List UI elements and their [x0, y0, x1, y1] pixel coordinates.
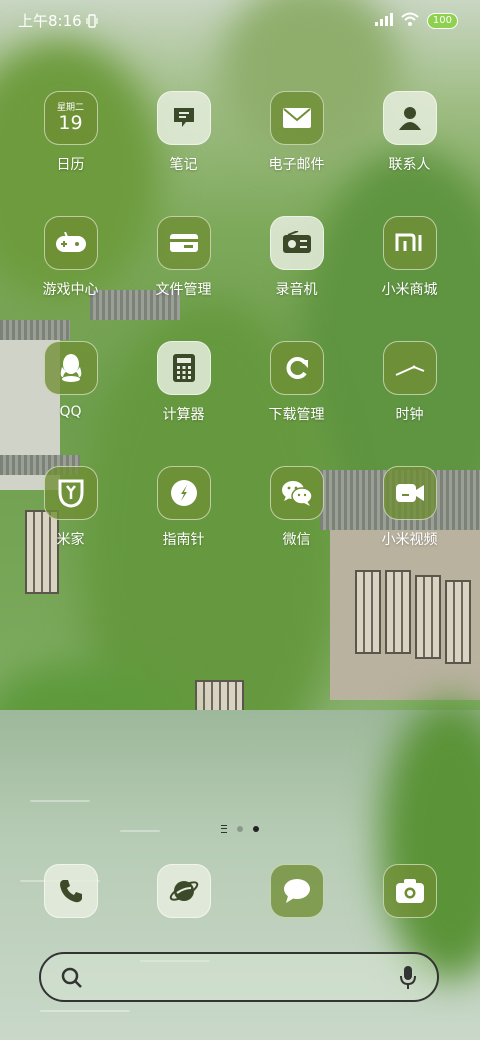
gamepad-icon[interactable]	[43, 216, 98, 270]
calendar-day: 19	[58, 112, 83, 134]
app-label: 小米视频	[381, 532, 438, 548]
page-indicator-menu-icon	[221, 825, 227, 833]
mi-store-icon[interactable]	[382, 216, 437, 270]
app-label: 电子邮件	[268, 157, 325, 173]
app-email[interactable]: 电子邮件	[240, 91, 353, 174]
status-time: 上午8:16	[18, 12, 82, 30]
page-indicator[interactable]	[0, 825, 480, 833]
status-bar: 上午8:16 100	[0, 0, 480, 38]
camera-icon[interactable]	[382, 864, 437, 918]
app-label: 联系人	[388, 157, 431, 173]
browser-icon[interactable]	[156, 864, 211, 918]
app-label: 计算器	[162, 407, 205, 423]
app-label: QQ	[59, 404, 82, 420]
app-clock[interactable]: 时钟	[353, 341, 466, 424]
phone-icon[interactable]	[43, 864, 98, 918]
microphone-icon[interactable]	[399, 965, 417, 995]
page-dot-current	[253, 826, 259, 832]
clock-icon[interactable]	[382, 341, 437, 395]
app-label: 小米商城	[381, 282, 438, 298]
compass-icon[interactable]	[156, 466, 211, 520]
app-notes[interactable]: 笔记	[127, 91, 240, 174]
app-mijia[interactable]: 米家	[14, 466, 127, 549]
app-label: 指南针	[162, 532, 205, 548]
mail-icon[interactable]	[269, 91, 324, 145]
page-dot	[237, 826, 243, 832]
app-wechat[interactable]: 微信	[240, 466, 353, 549]
wifi-icon	[401, 11, 419, 30]
download-icon[interactable]	[269, 341, 324, 395]
signal-icon	[374, 11, 393, 30]
dock-messages[interactable]	[240, 864, 353, 918]
app-mi-video[interactable]: 小米视频	[353, 466, 466, 549]
qq-icon[interactable]	[43, 341, 98, 395]
dock-browser[interactable]	[127, 864, 240, 918]
app-file-manager[interactable]: 文件管理	[127, 216, 240, 299]
recorder-icon[interactable]	[269, 216, 324, 270]
calendar-icon[interactable]: 星期二 19	[43, 91, 98, 145]
search-bar[interactable]	[39, 952, 439, 1002]
search-icon[interactable]	[61, 967, 83, 993]
app-calculator[interactable]: 计算器	[127, 341, 240, 424]
wechat-icon[interactable]	[269, 466, 324, 520]
app-label: 下载管理	[268, 407, 325, 423]
note-icon[interactable]	[156, 91, 211, 145]
dock-phone[interactable]	[14, 864, 127, 918]
vibrate-icon	[86, 13, 98, 32]
app-compass[interactable]: 指南针	[127, 466, 240, 549]
app-contacts[interactable]: 联系人	[353, 91, 466, 174]
app-mi-store[interactable]: 小米商城	[353, 216, 466, 299]
search-input[interactable]	[97, 964, 381, 992]
folder-icon[interactable]	[156, 216, 211, 270]
mijia-icon[interactable]	[43, 466, 98, 520]
app-label: 笔记	[169, 157, 198, 173]
app-recorder[interactable]: 录音机	[240, 216, 353, 299]
app-label: 米家	[56, 532, 85, 548]
app-calendar[interactable]: 星期二 19 日历	[14, 91, 127, 174]
app-label: 文件管理	[155, 282, 212, 298]
video-icon[interactable]	[382, 466, 437, 520]
app-download-manager[interactable]: 下载管理	[240, 341, 353, 424]
message-icon[interactable]	[269, 864, 324, 918]
app-qq[interactable]: QQ	[14, 341, 127, 420]
app-label: 时钟	[395, 407, 424, 423]
app-label: 录音机	[275, 282, 318, 298]
app-label: 微信	[282, 532, 311, 548]
battery-indicator: 100	[426, 12, 458, 29]
calculator-icon[interactable]	[156, 341, 211, 395]
app-game-center[interactable]: 游戏中心	[14, 216, 127, 299]
app-label: 日历	[56, 157, 85, 173]
app-label: 游戏中心	[42, 282, 99, 298]
dock-camera[interactable]	[353, 864, 466, 918]
contact-icon[interactable]	[382, 91, 437, 145]
